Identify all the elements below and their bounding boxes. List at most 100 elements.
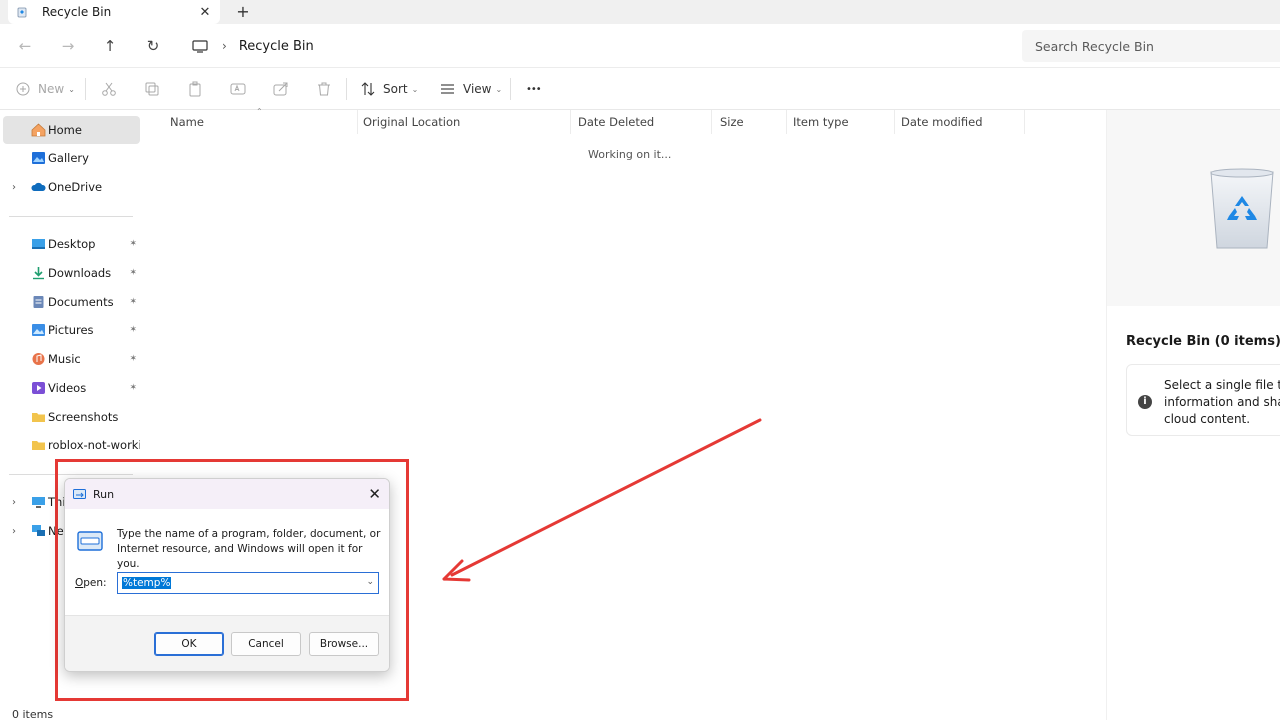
sort-arrows-icon — [361, 82, 375, 96]
ok-button[interactable]: OK — [154, 632, 224, 656]
back-arrow-icon[interactable]: ← — [14, 36, 36, 56]
tab-title: Recycle Bin — [42, 5, 112, 19]
run-dialog: Run ✕ Type the name of a program, folder… — [64, 478, 390, 672]
breadcrumb-recycle-bin[interactable]: Recycle Bin — [239, 39, 314, 54]
toolbar-divider — [85, 78, 86, 100]
sidebar-item-label: Desktop — [48, 237, 96, 251]
search-input[interactable] — [1035, 38, 1255, 54]
column-header-name[interactable]: Name — [162, 110, 358, 134]
view-chevron-down-icon: ⌄ — [495, 84, 503, 94]
search-box[interactable] — [1022, 30, 1280, 62]
delete-button[interactable] — [316, 79, 332, 99]
sidebar-item-gallery[interactable]: Gallery — [3, 144, 140, 172]
loading-status-text: Working on it... — [588, 148, 672, 161]
view-lines-icon — [441, 84, 454, 94]
cut-button[interactable] — [101, 79, 117, 99]
run-description: Type the name of a program, folder, docu… — [117, 528, 381, 570]
sidebar-item-screenshots[interactable]: Screenshots — [3, 403, 140, 431]
share-icon — [273, 82, 288, 96]
pin-icon[interactable]: ✶ — [129, 325, 137, 335]
info-line: Select a single file to — [1164, 378, 1280, 392]
run-dialog-titlebar[interactable]: Run ✕ — [65, 479, 389, 509]
forward-arrow-icon[interactable]: → — [57, 36, 79, 56]
sidebar-item-documents[interactable]: Documents ✶ — [3, 288, 140, 316]
new-button[interactable]: New ⌄ — [16, 79, 75, 99]
rename-button[interactable] — [230, 79, 246, 99]
close-icon[interactable]: ✕ — [368, 485, 381, 503]
scissors-icon — [102, 82, 116, 96]
command-bar: New ⌄ Sort ⌄ View ⌄ ••• — [0, 68, 1280, 110]
recycle-bin-large-icon — [1210, 168, 1274, 249]
tab-close-icon[interactable]: ✕ — [198, 5, 212, 20]
sidebar-item-label: Pictures — [48, 323, 94, 337]
browse-button[interactable]: Browse... — [309, 632, 379, 656]
status-item-count: 0 items — [12, 708, 54, 720]
up-arrow-icon[interactable]: ↑ — [99, 36, 121, 56]
computer-icon — [192, 39, 208, 53]
expand-chevron-icon[interactable]: › — [12, 526, 16, 537]
view-button[interactable]: View ⌄ — [440, 79, 502, 99]
new-plus-icon — [16, 82, 30, 96]
share-button[interactable] — [273, 79, 289, 99]
home-icon — [31, 123, 46, 137]
info-line: cloud content. — [1164, 412, 1251, 426]
sidebar-divider — [9, 216, 133, 217]
onedrive-icon — [31, 182, 46, 191]
pictures-icon — [32, 324, 45, 336]
column-header-date-modified[interactable]: Date modified — [893, 110, 1025, 134]
refresh-icon[interactable]: ↻ — [142, 36, 164, 56]
column-header-size[interactable]: Size — [712, 110, 787, 134]
pin-icon[interactable]: ✶ — [129, 268, 137, 278]
pin-icon[interactable]: ✶ — [129, 354, 137, 364]
new-tab-icon[interactable]: + — [234, 2, 252, 21]
open-input-value[interactable]: %temp% — [122, 577, 172, 589]
this-pc-icon — [32, 497, 45, 508]
details-title: Recycle Bin (0 items) — [1126, 334, 1280, 349]
pin-icon[interactable]: ✶ — [129, 239, 137, 249]
sidebar-item-downloads[interactable]: Downloads ✶ — [3, 259, 140, 287]
info-icon: i — [1138, 395, 1152, 409]
expand-chevron-icon[interactable]: › — [12, 182, 16, 193]
sidebar-item-label: OneDrive — [48, 180, 103, 194]
column-header-original-location[interactable]: Original Location — [355, 110, 571, 134]
cancel-button[interactable]: Cancel — [231, 632, 301, 656]
music-icon — [32, 353, 45, 365]
info-text: Select a single file to information and … — [1164, 377, 1280, 428]
expand-chevron-icon[interactable]: › — [12, 497, 16, 508]
chevron-down-icon[interactable]: ⌄ — [366, 577, 374, 587]
open-input[interactable]: %temp% ⌄ — [117, 572, 379, 594]
documents-icon — [33, 296, 44, 308]
sort-chevron-down-icon: ⌄ — [411, 84, 419, 94]
pin-icon[interactable]: ✶ — [129, 297, 137, 307]
column-header-item-type[interactable]: Item type — [785, 110, 895, 134]
toolbar-divider — [346, 78, 347, 100]
paste-button[interactable] — [187, 79, 203, 99]
info-line: information and share — [1164, 395, 1280, 409]
network-icon — [32, 525, 45, 536]
copy-button[interactable] — [144, 79, 160, 99]
desktop-icon — [32, 239, 45, 249]
rename-icon — [230, 83, 246, 95]
sidebar-item-home[interactable]: Home — [3, 116, 140, 144]
gallery-icon — [32, 152, 45, 164]
tab-recycle-bin[interactable]: Recycle Bin ✕ — [8, 0, 220, 24]
view-label: View — [463, 82, 492, 96]
column-header-date-deleted[interactable]: Date Deleted — [570, 110, 712, 134]
details-pane: Recycle Bin (0 items) i Select a single … — [1106, 110, 1280, 720]
pin-icon[interactable]: ✶ — [129, 383, 137, 393]
sidebar-item-label: Screenshots — [48, 410, 119, 424]
sidebar-item-videos[interactable]: Videos ✶ — [3, 374, 140, 402]
sidebar-item-desktop[interactable]: Desktop ✶ — [3, 230, 140, 258]
sidebar-item-music[interactable]: Music ✶ — [3, 345, 140, 373]
new-chevron-down-icon: ⌄ — [68, 84, 75, 94]
sidebar-item-pictures[interactable]: Pictures ✶ — [3, 316, 140, 344]
sort-button[interactable]: Sort ⌄ — [361, 79, 418, 99]
sidebar-item-roblox-not-working[interactable]: roblox-not-working — [3, 431, 140, 459]
tab-bar: Recycle Bin ✕ + — [0, 0, 1280, 24]
more-options-icon[interactable]: ••• — [526, 79, 542, 99]
run-program-icon — [77, 531, 103, 551]
sidebar-item-label: Music — [48, 352, 81, 366]
address-bar[interactable]: › Recycle Bin — [180, 30, 1016, 62]
open-field-label: Open: — [75, 577, 107, 589]
sidebar-item-onedrive[interactable]: › OneDrive — [3, 173, 140, 201]
